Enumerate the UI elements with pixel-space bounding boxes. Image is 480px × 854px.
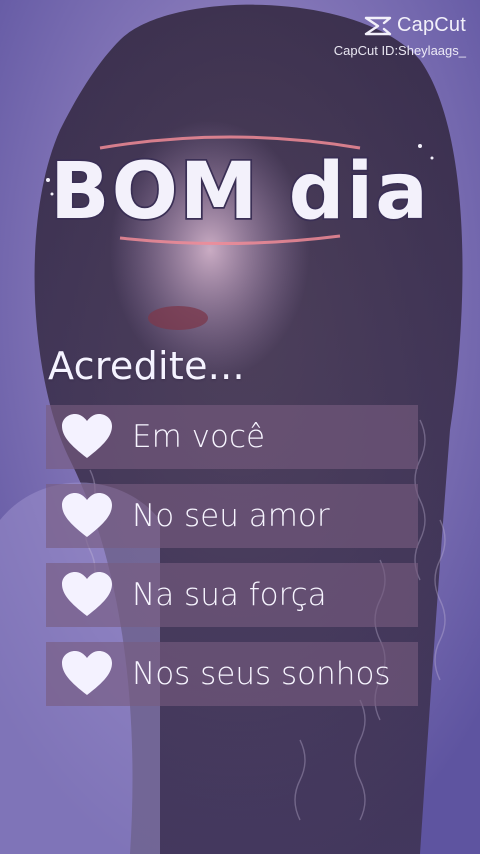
heart-icon: [62, 493, 112, 537]
title-graphic: BOM dia: [46, 135, 434, 246]
list-item-label: Na sua força: [132, 577, 327, 613]
capcut-logo: CapCut: [334, 14, 466, 37]
heart-icon: [62, 651, 112, 695]
list-item: Em você: [46, 405, 418, 469]
list-item: No seu amor: [46, 484, 418, 548]
intro-heading: Acredite...: [48, 344, 245, 388]
list-item-label: No seu amor: [132, 498, 330, 534]
list-item-label: Nos seus sonhos: [132, 656, 391, 692]
list-item: Na sua força: [46, 563, 418, 627]
list-item: Nos seus sonhos: [46, 642, 418, 706]
title-text: BOM dia: [50, 147, 430, 237]
capcut-brand-label: CapCut: [396, 14, 466, 36]
title-arc-bottom: [119, 234, 341, 246]
heart-icon: [62, 414, 112, 458]
capcut-id-label: CapCut ID:Sheylaags_: [333, 43, 466, 58]
heart-icon: [62, 572, 112, 616]
capcut-logo-icon: [364, 16, 392, 35]
list-item-label: Em você: [132, 419, 266, 455]
story-canvas: CapCut CapCut ID:Sheylaags_ BOM dia Acre…: [0, 0, 480, 854]
affirmation-list: Em você No seu amor Na sua força Nos seu…: [46, 405, 418, 721]
capcut-watermark: CapCut CapCut ID:Sheylaags_: [334, 14, 466, 58]
